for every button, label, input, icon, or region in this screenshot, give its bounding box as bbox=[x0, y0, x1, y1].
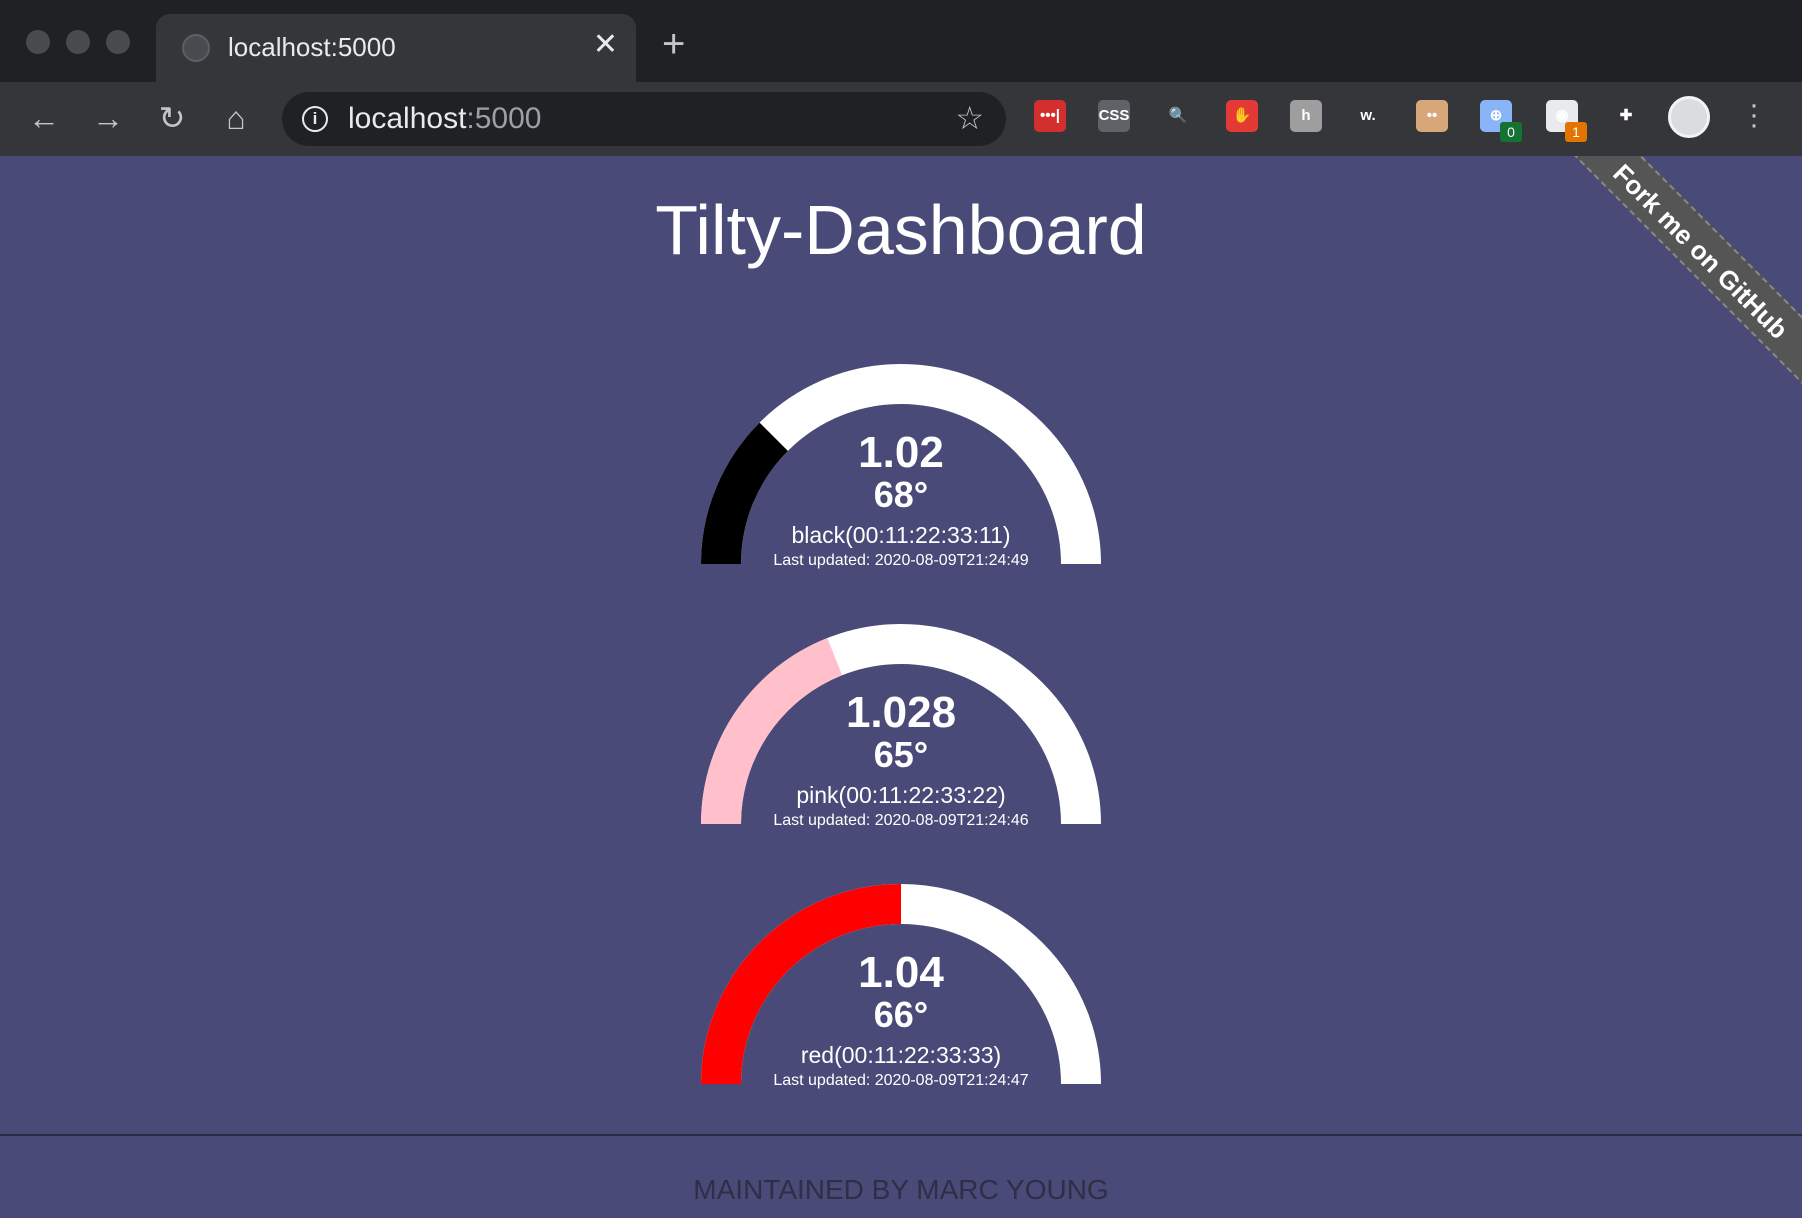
gravity-value: 1.04 bbox=[858, 948, 944, 997]
globe-extension-badge: 0 bbox=[1500, 122, 1522, 142]
tilt-name: pink(00:11:22:33:22) bbox=[796, 782, 1006, 808]
temperature-value: 65° bbox=[873, 734, 929, 775]
gauge-pink: 1.028 65° pink(00:11:22:33:22) Last upda… bbox=[690, 612, 1112, 842]
url-text[interactable]: localhost:5000 bbox=[348, 102, 541, 136]
lastpass-icon[interactable]: •••| bbox=[1034, 100, 1066, 132]
last-updated: Last updated: 2020-08-09T21:24:46 bbox=[773, 812, 1029, 829]
address-bar[interactable]: i localhost:5000 ☆ bbox=[282, 92, 1006, 146]
bookmark-star-icon[interactable]: ☆ bbox=[955, 100, 984, 136]
css-viewer-icon[interactable]: CSS bbox=[1098, 100, 1130, 132]
window-minimize-button[interactable] bbox=[66, 30, 90, 54]
privacy-badger-badge: 1 bbox=[1565, 122, 1587, 142]
tab-strip: localhost:5000 ✕ + bbox=[0, 0, 1802, 82]
temperature-value: 68° bbox=[873, 474, 929, 515]
close-icon[interactable]: ✕ bbox=[593, 28, 618, 62]
h-extension-icon[interactable]: h bbox=[1290, 100, 1322, 132]
globe-icon bbox=[182, 34, 210, 62]
new-tab-button[interactable]: + bbox=[662, 24, 685, 64]
tilt-name: red(00:11:22:33:33) bbox=[800, 1042, 1002, 1068]
temperature-value: 66° bbox=[873, 994, 929, 1035]
profile-avatar[interactable] bbox=[1668, 96, 1710, 138]
inspector-icon[interactable]: 🔍 bbox=[1162, 100, 1194, 132]
reload-icon[interactable]: ↻ bbox=[152, 98, 192, 138]
last-updated: Last updated: 2020-08-09T21:24:47 bbox=[773, 1072, 1029, 1089]
adblock-icon[interactable]: ✋ bbox=[1226, 100, 1258, 132]
gauge-red: 1.04 66° red(00:11:22:33:33) Last update… bbox=[690, 872, 1112, 1102]
gravity-value: 1.02 bbox=[858, 428, 944, 477]
kebab-menu-icon[interactable]: · · · bbox=[1744, 90, 1764, 140]
window-close-button[interactable] bbox=[26, 30, 50, 54]
footer-text: MAINTAINED BY MARC YOUNG bbox=[693, 1174, 1109, 1205]
tab-title: localhost:5000 bbox=[228, 32, 396, 62]
dashboard-page: Fork me on GitHub Tilty-Dashboard 1.02 6… bbox=[0, 156, 1802, 1218]
tilt-name: black(00:11:22:33:11) bbox=[791, 522, 1011, 548]
tab-localhost[interactable]: localhost:5000 ✕ bbox=[156, 14, 636, 82]
gravity-value: 1.028 bbox=[845, 688, 957, 737]
extensions-puzzle-icon[interactable]: ✚ bbox=[1610, 100, 1642, 132]
gauge-black: 1.02 68° black(00:11:22:33:11) Last upda… bbox=[690, 352, 1112, 582]
browser-chrome: localhost:5000 ✕ + ← → ↻ ⌂ i localhost:5… bbox=[0, 0, 1802, 156]
site-info-icon[interactable]: i bbox=[302, 106, 328, 132]
forward-icon[interactable]: → bbox=[88, 98, 128, 138]
last-updated: Last updated: 2020-08-09T21:24:49 bbox=[773, 552, 1029, 569]
back-icon[interactable]: ← bbox=[24, 98, 64, 138]
wordtune-icon[interactable]: w. bbox=[1352, 100, 1384, 132]
page-title: Tilty-Dashboard bbox=[655, 191, 1147, 269]
window-zoom-button[interactable] bbox=[106, 30, 130, 54]
footer-divider bbox=[0, 1134, 1802, 1136]
box-face-icon[interactable]: •• bbox=[1416, 100, 1448, 132]
home-icon[interactable]: ⌂ bbox=[216, 98, 256, 138]
